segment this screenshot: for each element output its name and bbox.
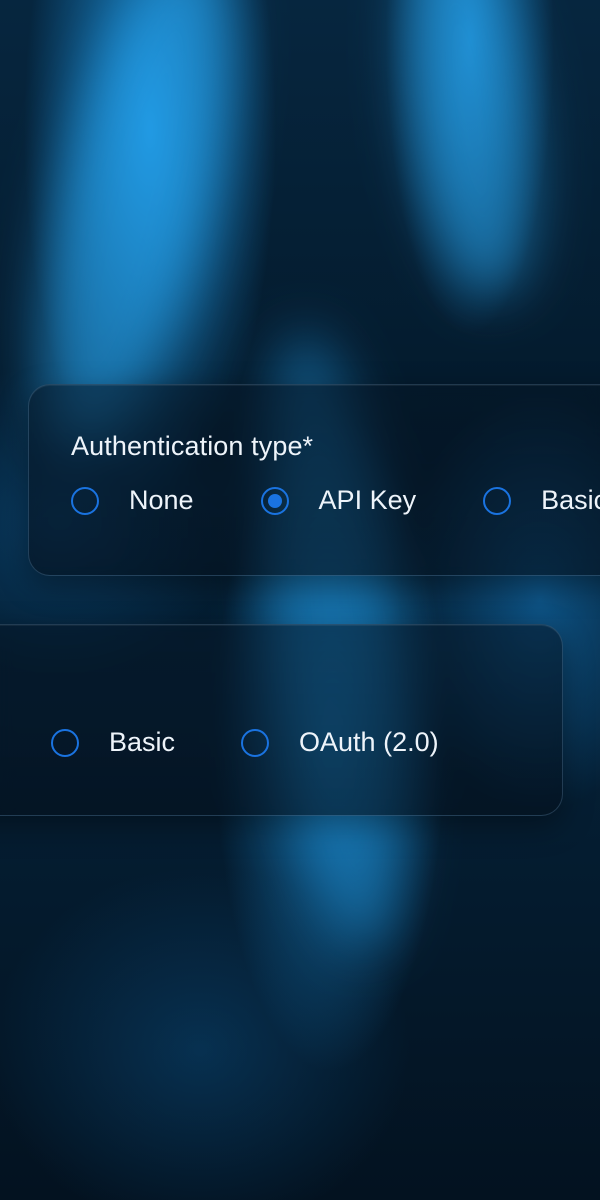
authentication-radio-group: None API Key Basic (71, 485, 600, 516)
radio-selected-dot (267, 493, 282, 508)
background-stage: Authentication type* None API Key Basic … (0, 0, 600, 1200)
radio-unchecked-icon[interactable] (483, 486, 512, 515)
radio-option-none[interactable]: None (71, 485, 194, 516)
radio-label-basic: Basic (541, 485, 600, 515)
radio-option-api-key[interactable]: API Key (260, 485, 417, 516)
radio-label-api-key: API Key (318, 485, 417, 515)
radio-option-basic[interactable]: Basic (483, 485, 600, 516)
radio-label-none: None (129, 485, 194, 515)
radio-label-oauth: OAuth (2.0) (299, 727, 439, 757)
radio-option-basic[interactable]: Basic (51, 727, 175, 758)
radio-unchecked-icon[interactable] (241, 728, 270, 757)
radio-label-basic: Basic (109, 727, 176, 757)
radio-option-oauth[interactable]: OAuth (2.0) (241, 727, 439, 758)
authentication-options-card: Basic OAuth (2.0) (0, 624, 563, 816)
radio-checked-icon[interactable] (260, 486, 289, 515)
authentication-type-card: Authentication type* None API Key Basic (28, 384, 600, 576)
authentication-radio-group: Basic OAuth (2.0) (51, 727, 505, 758)
light-band (384, 0, 556, 307)
radio-unchecked-icon[interactable] (71, 486, 99, 515)
radio-unchecked-icon[interactable] (51, 728, 79, 757)
authentication-type-title: Authentication type* (71, 431, 314, 461)
